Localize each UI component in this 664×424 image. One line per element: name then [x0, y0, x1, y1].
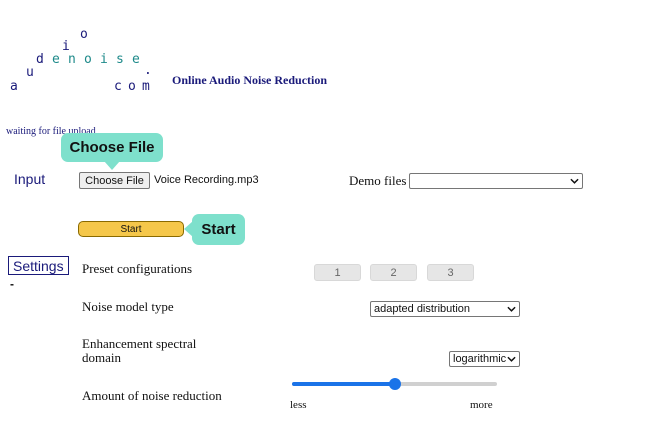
logo-letter: o	[80, 27, 88, 42]
logo-letter: i	[100, 52, 108, 67]
settings-toggle[interactable]: Settings	[8, 256, 69, 275]
demo-files-select[interactable]	[409, 173, 583, 189]
callout-pointer-icon	[104, 161, 120, 170]
preset-button-1[interactable]: 1	[314, 264, 361, 281]
chevron-down-icon	[570, 178, 579, 184]
logo-letter: m	[142, 79, 150, 94]
logo-letter: .	[144, 63, 152, 78]
chevron-down-icon	[507, 356, 516, 362]
choose-file-callout: Choose File	[61, 133, 163, 162]
settings-collapse-indicator: -	[10, 277, 14, 291]
noise-reduction-amount-label: Amount of noise reduction	[82, 388, 222, 403]
start-button[interactable]: Start	[78, 221, 184, 237]
slider-min-label: less	[290, 399, 307, 411]
chevron-down-icon	[507, 306, 516, 312]
logo-letter: s	[116, 52, 124, 67]
spectral-domain-label-line2: domain	[82, 350, 121, 365]
logo-letter: u	[26, 65, 34, 80]
input-section-label: Input	[14, 171, 46, 187]
start-callout: Start	[192, 214, 245, 245]
noise-model-label: Noise model type	[82, 299, 174, 314]
noise-reduction-slider[interactable]	[292, 378, 497, 390]
logo-letter: n	[68, 52, 76, 67]
preset-button-2[interactable]: 2	[370, 264, 417, 281]
demo-files-label: Demo files	[349, 173, 407, 188]
slider-fill	[292, 382, 395, 386]
slider-thumb[interactable]	[388, 378, 401, 390]
logo-letter: d	[36, 52, 44, 67]
choose-file-button[interactable]: Choose File	[79, 172, 150, 189]
selected-file-name: Voice Recording.mp3	[154, 174, 259, 186]
slider-max-label: more	[470, 399, 493, 411]
logo-letter: a	[10, 79, 18, 94]
logo-letter: e	[52, 52, 60, 67]
spectral-domain-value: logarithmic	[453, 353, 507, 365]
noise-model-value: adapted distribution	[374, 303, 471, 315]
logo-letter: o	[128, 79, 136, 94]
preset-configurations-label: Preset configurations	[82, 261, 193, 276]
page-title: Online Audio Noise Reduction	[172, 73, 328, 87]
logo-letter: o	[84, 52, 92, 67]
logo-letter: e	[132, 52, 140, 67]
preset-button-3[interactable]: 3	[427, 264, 474, 281]
spectral-domain-select[interactable]: logarithmic	[449, 351, 520, 367]
noise-model-select[interactable]: adapted distribution	[370, 301, 520, 317]
logo-letter: c	[114, 79, 122, 94]
